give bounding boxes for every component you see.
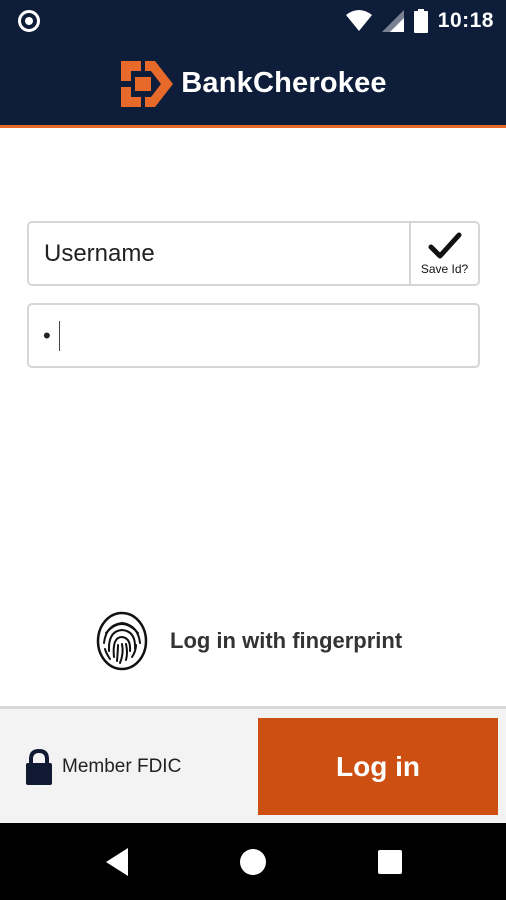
save-id-checkbox[interactable]: Save Id? [409,223,478,284]
footer-bar: Member FDIC Log in [0,706,506,823]
status-bar: 10:18 [0,0,506,42]
notification-circle-icon [18,10,40,32]
wifi-icon [345,10,372,31]
username-field[interactable]: Username Save Id? [27,221,480,286]
home-icon[interactable] [238,847,268,877]
signal-icon [381,10,404,32]
recents-icon[interactable] [375,847,405,877]
android-nav-bar [0,823,506,900]
back-icon[interactable] [102,847,132,877]
app-header: BankCherokee [0,42,506,128]
fingerprint-login[interactable]: Log in with fingerprint [96,611,402,671]
clock-time: 10:18 [437,9,494,32]
password-field[interactable]: • [27,303,480,368]
bankcherokee-logo-icon [121,60,174,107]
password-value: • [43,322,51,348]
brand-name: BankCherokee [181,67,387,99]
fingerprint-icon [96,611,148,671]
save-id-label: Save Id? [420,261,469,276]
battery-icon [413,9,428,33]
fingerprint-label: Log in with fingerprint [170,628,403,653]
username-input[interactable]: Username [29,223,409,284]
member-fdic: Member FDIC [26,749,181,785]
login-button[interactable]: Log in [258,718,498,815]
brand-logo: BankCherokee [119,59,387,109]
status-icons: 10:18 [345,6,494,36]
text-cursor [58,320,60,351]
fdic-label: Member FDIC [62,756,182,777]
checkmark-icon [428,232,461,258]
lock-icon [26,749,52,785]
